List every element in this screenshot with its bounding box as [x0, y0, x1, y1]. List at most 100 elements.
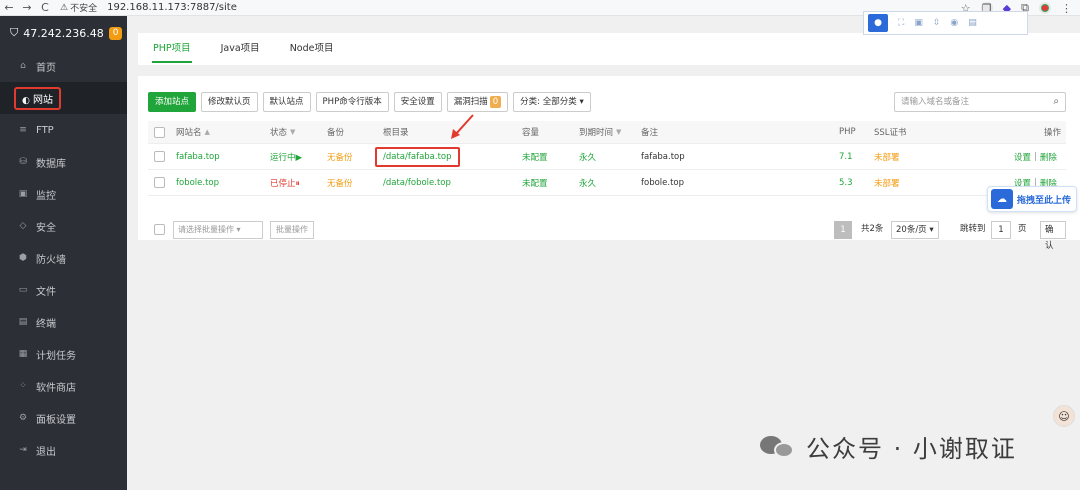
jump-label: 跳转到 [960, 224, 986, 234]
php-cli-button[interactable]: PHP命令行版本 [315, 92, 389, 112]
tab-node[interactable]: Node项目 [275, 33, 349, 65]
save-icon[interactable]: ▤ [968, 18, 977, 28]
drag-upload-widget[interactable]: ☁ 拖拽至此上传 [987, 186, 1077, 212]
batch-placeholder: 请选择批量操作 [178, 225, 234, 234]
fullscreen-icon[interactable]: ⛶ [898, 18, 904, 28]
remark-cell[interactable]: fafaba.top [641, 144, 685, 169]
default-site-button[interactable]: 默认站点 [262, 92, 311, 112]
profile-icon[interactable] [1039, 2, 1051, 14]
header-expire[interactable]: 到期时间 ▼ [579, 121, 621, 143]
menu-icon[interactable]: ⋮ [1061, 2, 1072, 15]
total-count: 共2条 [861, 224, 884, 234]
row-checkbox[interactable] [154, 177, 165, 188]
table-header: 网站名 ▲ 状态 ▼ 备份 根目录 容量 到期时间 ▼ 备注 PHP SSL证书 操作 [148, 121, 1066, 144]
root-dir-link[interactable]: /data/fobole.top [383, 170, 451, 195]
header-name[interactable]: 网站名 ▲ [176, 121, 210, 143]
search-icon[interactable]: ⌕ [1053, 93, 1059, 111]
ssl-link[interactable]: 未部署 [874, 170, 900, 195]
watermark-text: 公众号 · 小谢取证 [806, 435, 1017, 463]
header-remark: 备注 [641, 128, 659, 138]
ssl-link[interactable]: 未部署 [874, 144, 900, 169]
grid-icon: ⁘ [19, 381, 27, 391]
window-icon[interactable]: ▣ [914, 18, 923, 28]
database-icon: ⛁ [19, 157, 27, 167]
table-row: fobole.top 已停止⏸ 无备份 /data/fobole.top 未配置… [148, 170, 1066, 196]
confirm-button[interactable]: 确认 [1040, 221, 1066, 251]
tab-php[interactable]: PHP项目 [138, 33, 206, 65]
security-indicator[interactable]: ⚠ 不安全 [60, 1, 97, 15]
php-version-link[interactable]: 5.3 [839, 170, 853, 195]
sidebar-item-database[interactable]: ⛁ 数据库 [0, 146, 127, 178]
expire-link[interactable]: 永久 [579, 144, 596, 169]
batch-action-button[interactable]: 批量操作 [270, 221, 314, 239]
sidebar-item-ftp[interactable]: ≡ FTP [0, 114, 127, 146]
select-all-checkbox[interactable] [154, 126, 165, 138]
sidebar-item-label: 退出 [36, 446, 56, 458]
sidebar-item-store[interactable]: ⁘ 软件商店 [0, 370, 127, 402]
sidebar-item-firewall[interactable]: ⬢ 防火墙 [0, 242, 127, 274]
sidebar-item-label: 防火墙 [36, 254, 66, 266]
site-name-link[interactable]: fobole.top [176, 170, 219, 195]
logout-icon: ⇥ [19, 445, 27, 455]
forward-button[interactable]: → [18, 1, 36, 14]
notification-badge[interactable]: 0 [108, 26, 123, 40]
capacity-link[interactable]: 未配置 [522, 144, 548, 169]
backup-link[interactable]: 无备份 [327, 170, 353, 195]
root-dir-link[interactable]: /data/fafaba.top [375, 146, 460, 167]
main-content: PHP项目 Java项目 Node项目 添加站点 修改默认页 默认站点 PHP命… [127, 16, 1080, 490]
reload-button[interactable]: C [36, 1, 54, 14]
sidebar-item-monitor[interactable]: ▣ 监控 [0, 178, 127, 210]
tab-java[interactable]: Java项目 [206, 33, 275, 65]
page-number[interactable]: 1 [834, 221, 852, 239]
search-input[interactable]: 请输入域名或备注 ⌕ [894, 92, 1066, 112]
sidebar-item-files[interactable]: ▭ 文件 [0, 274, 127, 306]
php-version-link[interactable]: 7.1 [839, 144, 853, 169]
sidebar-item-label: 安全 [36, 222, 56, 234]
sidebar-item-label: 终端 [36, 318, 56, 330]
capacity-link[interactable]: 未配置 [522, 170, 548, 195]
modify-default-page-button[interactable]: 修改默认页 [201, 92, 258, 112]
firewall-icon: ⬢ [19, 253, 27, 263]
delete-link[interactable]: 删除 [1040, 151, 1057, 163]
backup-link[interactable]: 无备份 [327, 144, 353, 169]
sidebar-item-home[interactable]: ⌂ 首页 [0, 50, 127, 82]
region-icon[interactable]: ◉ [950, 18, 958, 28]
jump-page-input[interactable]: 1 [991, 221, 1011, 239]
row-checkbox[interactable] [154, 151, 165, 162]
expire-link[interactable]: 永久 [579, 170, 596, 195]
site-name-link[interactable]: fafaba.top [176, 144, 220, 169]
sidebar-item-terminal[interactable]: ▤ 终端 [0, 306, 127, 338]
header-status[interactable]: 状态 ▼ [270, 121, 295, 143]
camera-icon[interactable]: ● [868, 14, 888, 32]
sidebar-item-label: 首页 [36, 62, 56, 74]
header-capacity: 容量 [522, 128, 540, 138]
scroll-capture-icon[interactable]: ⇳ [933, 18, 941, 28]
gear-icon: ⚙ [18, 413, 28, 423]
header-label: 状态 [270, 128, 288, 138]
vuln-scan-button[interactable]: 漏洞扫描 0 [446, 92, 509, 112]
remark-cell[interactable]: fobole.top [641, 170, 684, 195]
batch-action-select[interactable]: 请选择批量操作 ▾ [173, 221, 263, 239]
back-button[interactable]: ← [0, 1, 18, 14]
sidebar-item-label: 计划任务 [36, 350, 76, 362]
home-icon: ⌂ [20, 61, 26, 71]
annotation-arrow-icon [451, 114, 474, 139]
avatar[interactable]: ☺ [1053, 405, 1075, 427]
per-page-select[interactable]: 20条/页 ▾ [891, 221, 939, 239]
category-select[interactable]: 分类: 全部分类 ▾ [513, 92, 591, 112]
status-running[interactable]: 运行中▶ [270, 144, 302, 169]
security-settings-button[interactable]: 安全设置 [393, 92, 442, 112]
sidebar-item-label: 面板设置 [36, 414, 76, 426]
add-site-button[interactable]: 添加站点 [148, 92, 197, 112]
upload-label: 拖拽至此上传 [1017, 195, 1072, 206]
sidebar-item-website[interactable]: ◐ 网站 [0, 82, 127, 114]
sidebar-item-logout[interactable]: ⇥ 退出 [0, 434, 127, 466]
status-stopped[interactable]: 已停止⏸ [270, 170, 300, 195]
sidebar-item-settings[interactable]: ⚙ 面板设置 [0, 402, 127, 434]
address-bar[interactable]: 192.168.11.173:7887/site [107, 2, 237, 13]
sidebar-item-cron[interactable]: ▦ 计划任务 [0, 338, 127, 370]
header-php: PHP [839, 127, 856, 137]
settings-link[interactable]: 设置 [1014, 151, 1031, 163]
footer-select-all-checkbox[interactable] [154, 224, 165, 235]
sidebar-item-security[interactable]: ◇ 安全 [0, 210, 127, 242]
